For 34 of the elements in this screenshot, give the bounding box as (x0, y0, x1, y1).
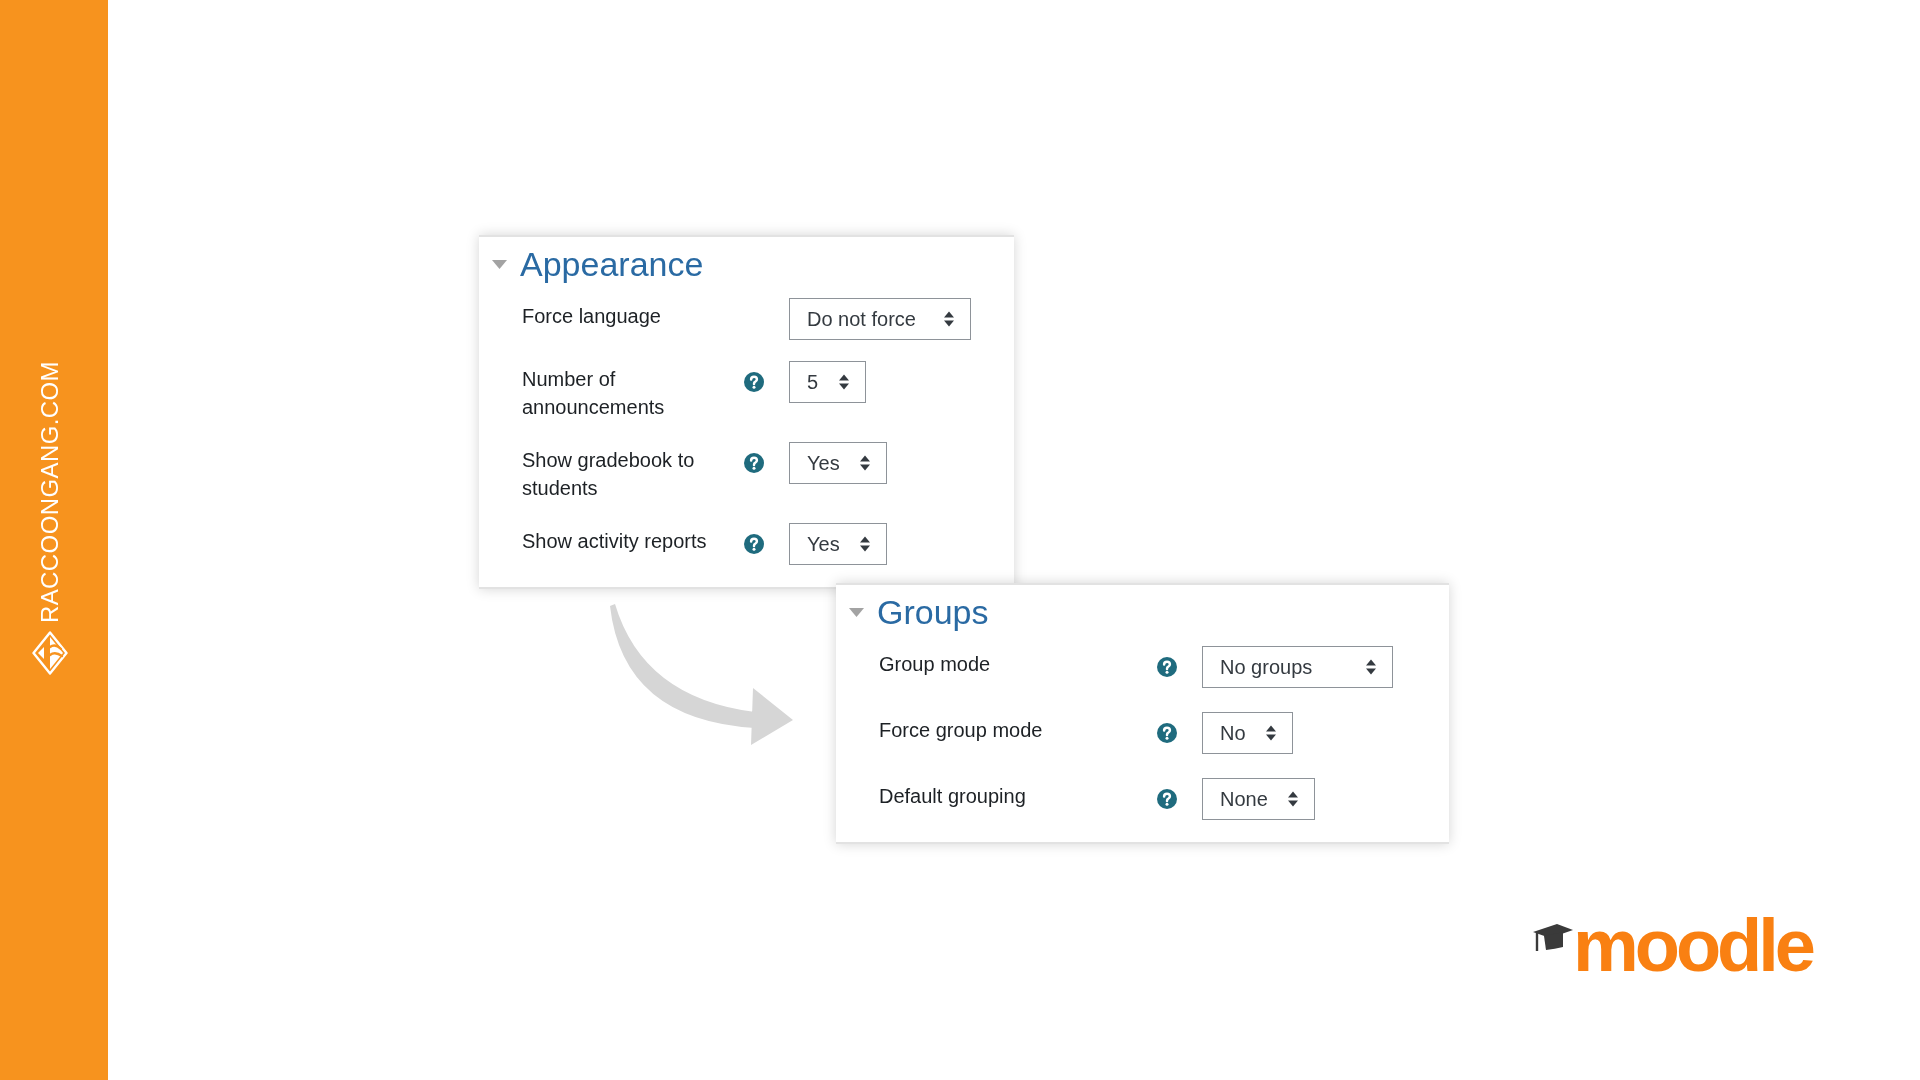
field-label: Number of announcements (522, 367, 666, 420)
field-label: Group mode (879, 652, 992, 677)
field-label: Show gradebook to students (522, 448, 696, 501)
field-label: Force language (522, 304, 662, 329)
dropdown-select[interactable]: 5 (789, 361, 866, 403)
dropdown-select[interactable]: No (1202, 712, 1293, 754)
help-icon[interactable] (1157, 789, 1177, 809)
up-down-caret-icon (859, 455, 870, 471)
dropdown-select[interactable]: Yes (789, 523, 887, 565)
brand-text: RACCOONGANG.COM (38, 361, 62, 623)
curved-arrow-icon (610, 604, 793, 745)
help-icon[interactable] (1157, 657, 1177, 677)
up-down-caret-icon (1366, 659, 1376, 675)
field-label: Force group mode (879, 718, 1044, 743)
dropdown-select[interactable]: None (1202, 778, 1315, 820)
up-down-caret-icon (1287, 791, 1298, 807)
up-down-caret-icon (944, 311, 954, 327)
field-label: Show activity reports (522, 529, 708, 554)
up-down-caret-icon (839, 374, 849, 390)
field-label: Default grouping (879, 784, 1027, 809)
dropdown-select[interactable]: No groups (1202, 646, 1393, 688)
dropdown-select[interactable]: Do not force (789, 298, 971, 340)
up-down-caret-icon (1265, 725, 1276, 741)
section-title[interactable]: Groups (877, 592, 989, 633)
logo-wordmark: moodle (1572, 909, 1814, 983)
dropdown-select[interactable]: Yes (789, 442, 887, 484)
help-icon[interactable] (744, 534, 764, 554)
help-icon[interactable] (744, 453, 764, 473)
help-icon[interactable] (1157, 723, 1177, 743)
graduation-cap-icon (1532, 923, 1573, 953)
help-icon[interactable] (744, 372, 764, 392)
section-title[interactable]: Appearance (520, 244, 704, 285)
up-down-caret-icon (859, 536, 870, 552)
diamond-emblem-icon (32, 631, 68, 675)
